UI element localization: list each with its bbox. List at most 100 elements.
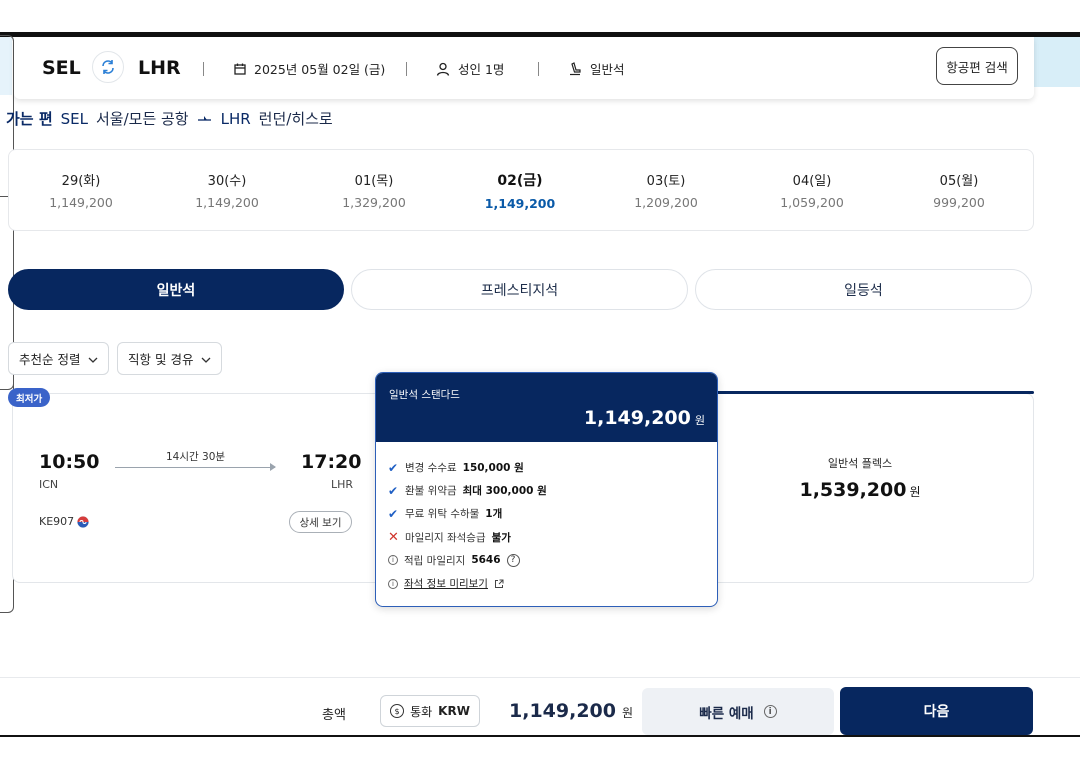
header-divider (538, 62, 539, 76)
next-button[interactable]: 다음 (840, 687, 1033, 735)
header-divider (406, 62, 407, 76)
passenger-selector[interactable]: 성인 1명 (436, 59, 504, 78)
sort-label: 추천순 정렬 (19, 352, 81, 367)
quick-booking-button[interactable]: 빠른 예매 i (642, 688, 834, 735)
date-price: 1,059,200 (780, 195, 844, 210)
top-margin (0, 0, 1080, 32)
total-unit: 원 (621, 706, 634, 720)
condition-refund-penalty: ✔ 환불 위약금 최대 300,000 원 (388, 479, 705, 502)
date-cell[interactable]: 03(토) 1,209,200 (606, 170, 726, 210)
currency-selector[interactable]: $ 통화 KRW (380, 695, 480, 727)
date-day: 01(목) (354, 174, 394, 189)
tab-first[interactable]: 일등석 (695, 269, 1032, 310)
condition-mileage-upgrade: ✕ 마일리지 좌석승급 불가 (388, 526, 705, 549)
date-price: 1,329,200 (342, 195, 406, 210)
swap-route-button[interactable] (92, 51, 124, 83)
total-price-row: 1,149,200 원 (509, 700, 633, 722)
date-cell[interactable]: 01(목) 1,329,200 (314, 170, 434, 210)
condition-label: 마일리지 좌석승급 (405, 531, 486, 544)
condition-change-fee: ✔ 변경 수수료 150,000 원 (388, 456, 705, 479)
header-divider (203, 62, 204, 76)
date-price: 999,200 (933, 195, 985, 210)
flex-fare-price-row: 1,539,200 원 (790, 479, 930, 501)
flex-fare-name: 일반석 플렉스 (827, 457, 893, 470)
info-icon[interactable]: i (763, 705, 777, 718)
date-price-strip: 29(화) 1,149,200 30(수) 1,149,200 01(목) 1,… (8, 149, 1034, 231)
total-label: 총액 (322, 708, 346, 723)
date-price: 1,149,200 (195, 195, 259, 210)
person-icon (436, 62, 450, 76)
departure-time: 10:50 (39, 451, 100, 473)
date-price: 1,149,200 (484, 196, 556, 211)
condition-baggage: ✔ 무료 위탁 수하물 1개 (388, 502, 705, 525)
condition-value: 불가 (491, 531, 511, 544)
flight-detail-button[interactable]: 상세 보기 (289, 511, 352, 533)
date-selector[interactable]: 2025년 05월 02일 (금) (234, 59, 385, 78)
flex-fare-price: 1,539,200 (799, 479, 907, 501)
popover-title: 일반석 스탠다드 (389, 389, 460, 401)
flight-search-button[interactable]: 항공편 검색 (936, 47, 1018, 85)
plane-arrow-icon (197, 115, 211, 121)
date-cell[interactable]: 29(화) 1,149,200 (21, 170, 141, 210)
condition-label: 환불 위약금 (405, 485, 457, 498)
date-day: 29(화) (61, 174, 101, 189)
swap-icon (102, 60, 114, 74)
route-origin-name: 서울/모든 공항 (95, 110, 189, 128)
popover-price-row: 1,149,200 원 (584, 407, 705, 429)
external-link-icon[interactable] (494, 579, 504, 589)
selected-fare-indicator (716, 391, 1034, 394)
destination-code[interactable]: LHR (138, 57, 181, 79)
economy-flex-fare[interactable]: 일반석 플렉스 1,539,200 원 (790, 455, 930, 501)
popover-conditions: ✔ 변경 수수료 150,000 원 ✔ 환불 위약금 최대 300,000 원… (376, 442, 717, 595)
check-icon: ✔ (388, 506, 399, 521)
departure-airport: ICN (39, 478, 59, 491)
quick-booking-label: 빠른 예매 (699, 705, 754, 722)
tab-prestige[interactable]: 프레스티지석 (351, 269, 688, 310)
seat-preview-link[interactable]: 좌석 정보 미리보기 (404, 576, 488, 591)
date-cell-selected[interactable]: 02(금) 1,149,200 (460, 170, 580, 211)
info-icon: i (388, 578, 398, 589)
date-day: 30(수) (207, 174, 247, 189)
date-day: 04(일) (792, 174, 832, 189)
info-icon: i (388, 555, 398, 566)
date-cell[interactable]: 05(월) 999,200 (899, 170, 1019, 210)
search-summary-header: SEL LHR 2025년 05월 02일 (금) 성인 1명 일반석 항공편 … (14, 37, 1034, 99)
tab-economy[interactable]: 일반석 (8, 269, 344, 310)
duration-arrow-icon (270, 463, 276, 471)
seat-icon (570, 61, 581, 75)
flight-number: KE907 (39, 515, 89, 528)
help-question-icon[interactable]: ? (506, 553, 520, 567)
route-destination-name: 런던/히스로 (258, 110, 333, 128)
condition-value: 1개 (485, 508, 503, 521)
date-value: 2025년 05월 02일 (금) (254, 62, 386, 77)
date-price: 1,149,200 (49, 195, 113, 210)
origin-code[interactable]: SEL (42, 57, 81, 79)
route-origin-code: SEL (60, 109, 88, 128)
passenger-value: 성인 1명 (458, 62, 505, 77)
date-day: 03(토) (646, 174, 686, 189)
cabin-selector[interactable]: 일반석 (568, 59, 625, 78)
date-day: 05(월) (939, 174, 979, 189)
flight-duration: 14시간 30분 (166, 451, 226, 463)
seat-preview-row: i 좌석 정보 미리보기 (388, 572, 705, 595)
flight-number-text: KE907 (39, 515, 75, 528)
arrival-airport: LHR (331, 478, 354, 491)
date-cell[interactable]: 30(수) 1,149,200 (167, 170, 287, 210)
popover-unit: 원 (694, 414, 705, 427)
fare-detail-popover[interactable]: 일반석 스탠다드 1,149,200 원 ✔ 변경 수수료 150,000 원 ✔… (375, 372, 718, 607)
date-day: 02(금) (497, 173, 543, 189)
date-cell[interactable]: 04(일) 1,059,200 (752, 170, 872, 210)
chevron-down-icon (88, 351, 98, 366)
arrival-time: 17:20 (301, 451, 362, 473)
sort-dropdown[interactable]: 추천순 정렬 (8, 342, 110, 375)
stops-dropdown[interactable]: 직항 및 경유 (117, 342, 223, 375)
bottom-margin (0, 737, 1080, 772)
check-icon: ✔ (388, 483, 399, 498)
route-line: 가는 편 SEL 서울/모든 공항 LHR 런던/히스로 (6, 108, 333, 129)
popover-header: 일반석 스탠다드 1,149,200 원 (376, 373, 717, 442)
currency-code: KRW (438, 704, 470, 718)
lowest-price-badge: 최저가 (8, 388, 51, 407)
condition-earned-mileage: i 적립 마일리지 5646 ? (388, 549, 705, 572)
flex-fare-unit: 원 (909, 485, 921, 499)
total-price: 1,149,200 (509, 700, 616, 722)
